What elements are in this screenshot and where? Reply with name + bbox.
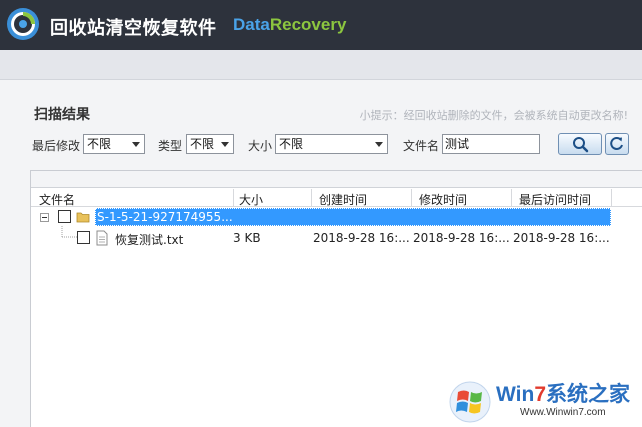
chevron-down-icon xyxy=(132,142,140,147)
collapse-toggle-icon[interactable] xyxy=(40,213,49,222)
brand-part-data: Data xyxy=(233,15,270,34)
filename-input[interactable]: 测试 xyxy=(442,134,540,154)
app-title: 回收站清空恢复软件 xyxy=(50,18,217,39)
title-bar: 回收站清空恢复软件 DataRecovery xyxy=(0,0,642,50)
chevron-down-icon xyxy=(221,142,229,147)
watermark-brand: Win7系统之家 xyxy=(496,378,630,408)
row-checkbox[interactable] xyxy=(58,210,71,223)
table-header: 文件名 大小 创建时间 修改时间 最后访问时间 xyxy=(31,189,642,207)
row-accessed: 2018-9-28 16:... xyxy=(513,231,610,245)
watermark: Win7系统之家 Www.Winwin7.com xyxy=(444,376,642,427)
watermark-url: Www.Winwin7.com xyxy=(520,407,606,418)
tip-text: 小提示：经回收站删除的文件，会被系统自动更改名称! xyxy=(359,109,628,122)
modified-select[interactable]: 不限 xyxy=(83,134,145,154)
windows-logo-icon xyxy=(449,381,491,423)
size-label: 大小 xyxy=(248,139,273,153)
size-select-value: 不限 xyxy=(279,137,304,151)
toolbar-strip xyxy=(0,50,642,80)
col-size[interactable]: 大小 xyxy=(239,191,263,208)
col-divider[interactable] xyxy=(511,189,512,206)
col-filename[interactable]: 文件名 xyxy=(39,191,75,208)
size-select[interactable]: 不限 xyxy=(275,134,388,154)
type-label: 类型 xyxy=(158,139,183,153)
table-row[interactable]: 恢复测试.txt 3 KB 2018-9-28 16:... 2018-9-28… xyxy=(31,229,642,247)
search-button[interactable] xyxy=(558,133,602,155)
modified-select-value: 不限 xyxy=(87,137,112,151)
table-row[interactable]: S-1-5-21-927174955... xyxy=(31,208,642,226)
row-filename: S-1-5-21-927174955... xyxy=(97,210,233,224)
watermark-brand-rest: 系统之家 xyxy=(546,383,630,406)
panel-top-gap xyxy=(31,171,642,188)
row-created: 2018-9-28 16:... xyxy=(313,231,410,245)
brand-logo-text: DataRecovery xyxy=(233,15,346,35)
filter-row: 最后修改 不限 类型 不限 大小 不限 文件名 测试 xyxy=(0,133,642,156)
filename-label: 文件名 xyxy=(403,139,440,153)
row-filename: 恢复测试.txt xyxy=(115,233,184,247)
type-select[interactable]: 不限 xyxy=(186,134,234,154)
text-file-icon xyxy=(96,230,108,246)
row-modified: 2018-9-28 16:... xyxy=(413,231,510,245)
watermark-brand-win: Win xyxy=(496,383,535,406)
col-accessed[interactable]: 最后访问时间 xyxy=(519,191,591,208)
col-divider[interactable] xyxy=(311,189,312,206)
brand-part-recovery: Recovery xyxy=(269,15,347,34)
modified-label: 最后修改 xyxy=(32,139,81,153)
section-title: 扫描结果 xyxy=(34,107,90,123)
refresh-icon xyxy=(610,137,623,150)
chevron-down-icon xyxy=(375,142,383,147)
row-size: 3 KB xyxy=(233,231,261,245)
watermark-brand-seven: 7 xyxy=(534,383,546,406)
app-logo-icon xyxy=(7,8,39,40)
search-icon xyxy=(573,137,589,153)
folder-icon xyxy=(76,212,90,223)
col-divider[interactable] xyxy=(233,189,234,206)
row-checkbox[interactable] xyxy=(77,231,90,244)
col-modified[interactable]: 修改时间 xyxy=(419,191,467,208)
refresh-button[interactable] xyxy=(605,133,629,155)
col-created[interactable]: 创建时间 xyxy=(319,191,367,208)
col-divider[interactable] xyxy=(411,189,412,206)
col-divider[interactable] xyxy=(611,189,612,206)
type-select-value: 不限 xyxy=(190,137,215,151)
